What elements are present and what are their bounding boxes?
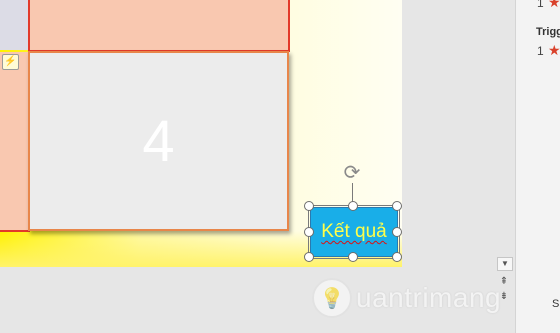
- resize-handle-bottom[interactable]: [348, 252, 358, 262]
- resize-handle-bottom-right[interactable]: [392, 252, 402, 262]
- trigger-label[interactable]: Trigg: [536, 26, 560, 38]
- animation-pane: 1 ★ Trigg 1 ★ S: [515, 0, 560, 333]
- slide-box-left-bottom[interactable]: [0, 52, 30, 232]
- scroll-down-arrow-icon[interactable]: ▼: [497, 257, 513, 271]
- animation-item-number[interactable]: 1: [537, 44, 544, 58]
- animation-item-number[interactable]: 1: [537, 0, 544, 10]
- pane-bottom-label: S: [552, 298, 560, 310]
- slide-box-4[interactable]: 4: [28, 51, 289, 231]
- watermark-text: uantrimang: [356, 282, 502, 313]
- result-text-shape[interactable]: Kết quả: [310, 207, 398, 257]
- slide-box-left-top[interactable]: [0, 0, 30, 50]
- slide-canvas[interactable]: ⚡ 4 ⟳ Kết quả: [0, 0, 402, 267]
- resize-handle-top-right[interactable]: [392, 201, 402, 211]
- animation-star-icon: ★: [548, 42, 560, 58]
- animation-star-icon: ★: [548, 0, 560, 10]
- resize-handle-left[interactable]: [304, 227, 314, 237]
- resize-handle-bottom-left[interactable]: [304, 252, 314, 262]
- result-shape-label[interactable]: Kết quả: [321, 221, 387, 243]
- resize-handle-top[interactable]: [348, 201, 358, 211]
- lightbulb-icon: 💡: [312, 278, 352, 318]
- box-number-label: 4: [142, 108, 175, 174]
- animation-trigger-icon[interactable]: ⚡: [2, 54, 19, 70]
- resize-handle-top-left[interactable]: [304, 201, 314, 211]
- watermark: 💡 uantrimang: [312, 276, 501, 320]
- slide-box-top[interactable]: [28, 0, 290, 52]
- resize-handle-right[interactable]: [392, 227, 402, 237]
- rotate-handle-icon[interactable]: ⟳: [342, 163, 362, 183]
